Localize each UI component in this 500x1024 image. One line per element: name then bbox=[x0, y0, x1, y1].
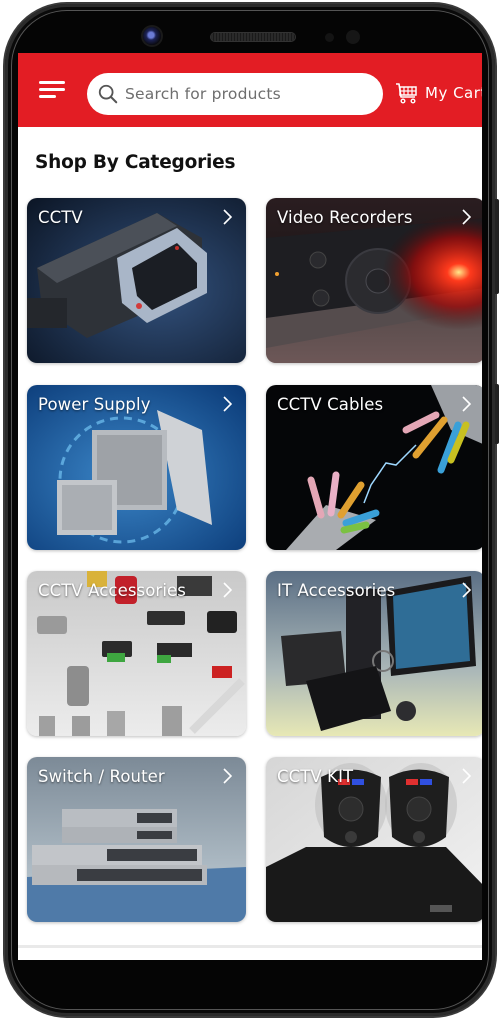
chevron-right-icon bbox=[462, 582, 471, 598]
app-screen: My Cart Shop By Categories CCTV bbox=[18, 53, 482, 960]
chevron-right-icon bbox=[223, 768, 232, 784]
category-card-switch-router[interactable]: Switch / Router bbox=[27, 757, 246, 922]
volume-button bbox=[495, 199, 499, 294]
phone-frame: My Cart Shop By Categories CCTV bbox=[5, 4, 499, 1016]
chevron-right-icon bbox=[462, 209, 471, 225]
section-title: Shop By Categories bbox=[35, 152, 236, 173]
category-card-cctv-cables[interactable]: CCTV Cables bbox=[266, 385, 482, 550]
front-camera bbox=[143, 27, 161, 45]
chevron-right-icon bbox=[223, 209, 232, 225]
earpiece-speaker bbox=[211, 33, 295, 41]
category-label: Video Recorders bbox=[277, 208, 413, 227]
category-card-cctv[interactable]: CCTV bbox=[27, 198, 246, 363]
category-label: CCTV Accessories bbox=[38, 581, 186, 600]
category-label: CCTV Cables bbox=[277, 395, 384, 414]
chevron-right-icon bbox=[223, 582, 232, 598]
search-bar[interactable] bbox=[87, 73, 383, 115]
category-label: Switch / Router bbox=[38, 767, 165, 786]
cart-label: My Cart bbox=[425, 84, 482, 102]
light-sensor bbox=[346, 30, 360, 44]
category-card-video-recorders[interactable]: Video Recorders bbox=[266, 198, 482, 363]
proximity-sensor bbox=[325, 33, 334, 42]
chevron-right-icon bbox=[223, 396, 232, 412]
chevron-right-icon bbox=[462, 768, 471, 784]
category-label: Power Supply bbox=[38, 395, 151, 414]
category-label: IT Accessories bbox=[277, 581, 396, 600]
category-label: CCTV KIT bbox=[277, 767, 354, 786]
section-divider bbox=[18, 945, 482, 948]
cart-icon bbox=[396, 83, 417, 104]
power-button bbox=[495, 384, 499, 444]
category-card-cctv-accessories[interactable]: CCTV Accessories bbox=[27, 571, 246, 736]
menu-icon[interactable] bbox=[39, 78, 67, 102]
chevron-right-icon bbox=[462, 396, 471, 412]
search-icon bbox=[98, 84, 118, 104]
top-app-bar: My Cart bbox=[18, 53, 482, 127]
category-card-power-supply[interactable]: Power Supply bbox=[27, 385, 246, 550]
category-card-it-accessories[interactable]: IT Accessories bbox=[266, 571, 482, 736]
cart-button[interactable]: My Cart bbox=[395, 77, 482, 109]
search-input[interactable] bbox=[125, 85, 365, 103]
category-card-cctv-kit[interactable]: CCTV KIT bbox=[266, 757, 482, 922]
category-label: CCTV bbox=[38, 208, 83, 227]
